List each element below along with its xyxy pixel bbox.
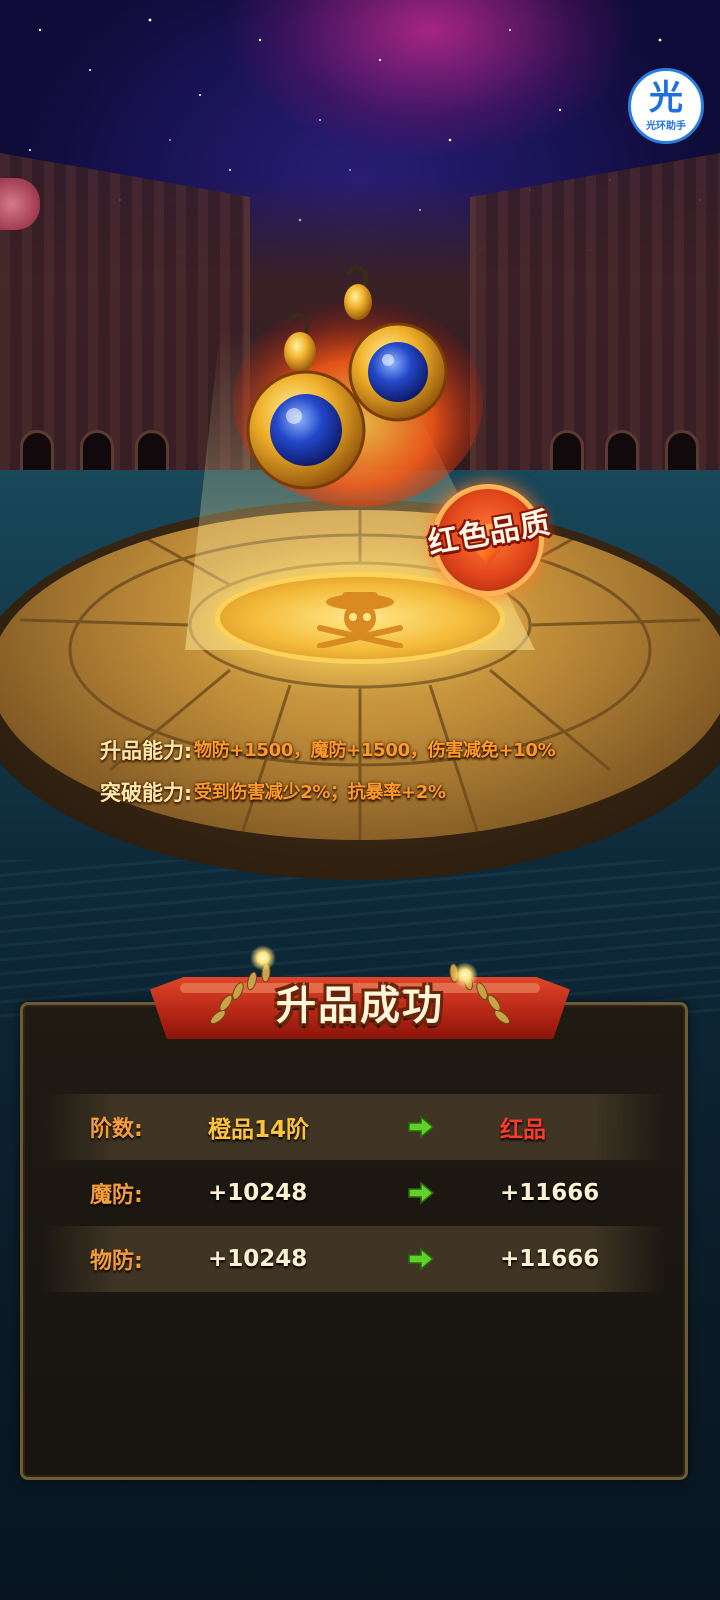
result-row-tier: 阶数: 橙品14阶 红品 — [42, 1094, 666, 1160]
ability-value: 受到伤害减少2%；抗暴率+2% — [194, 782, 446, 803]
row-label: 物防: — [90, 1249, 143, 1274]
result-table: 阶数: 橙品14阶 红品 魔防: +10248 +11666 物防: +1024… — [42, 1094, 666, 1292]
row-from-value: +10248 — [208, 1180, 308, 1206]
row-from-value: +10248 — [208, 1246, 308, 1272]
earrings-item-icon — [233, 266, 483, 507]
result-row-magic-defense: 魔防: +10248 +11666 — [42, 1160, 666, 1226]
skull-emblem-icon — [317, 592, 403, 648]
ability-breakthrough: 突破能力 : 受到伤害减少2%；抗暴率+2% — [100, 780, 660, 806]
arrow-right-icon — [408, 1181, 435, 1205]
sparkle-icon — [452, 962, 478, 988]
ability-upgrade: 升品能力 : 物防+1500，魔防+1500，伤害减免+10% — [100, 738, 660, 764]
ability-label: 突破能力 — [100, 781, 184, 805]
result-title: 升品成功 — [276, 983, 444, 1029]
quality-badge: 红色品质 — [410, 478, 558, 600]
halo-label: 光环助手 — [646, 120, 686, 132]
row-from-value: 橙品14阶 — [208, 1117, 310, 1143]
row-to-value: +11666 — [500, 1180, 600, 1206]
halo-logo-icon: 光 — [649, 77, 683, 118]
ability-colon: : — [184, 781, 192, 805]
ability-label: 升品能力 — [100, 739, 184, 763]
row-to-value: +11666 — [500, 1246, 600, 1272]
result-row-physical-defense: 物防: +10248 +11666 — [42, 1226, 666, 1292]
halo-assistant-button[interactable]: 光 光环助手 — [628, 68, 704, 144]
sparkle-icon — [250, 945, 276, 971]
row-to-value: 红品 — [500, 1117, 546, 1143]
ability-colon: : — [184, 739, 192, 763]
row-label: 阶数: — [90, 1117, 143, 1142]
ability-value: 物防+1500，魔防+1500，伤害减免+10% — [194, 740, 556, 761]
ability-list: 升品能力 : 物防+1500，魔防+1500，伤害减免+10% 突破能力 : 受… — [100, 738, 660, 822]
row-label: 魔防: — [90, 1183, 143, 1208]
arrow-right-icon — [408, 1115, 435, 1139]
arrow-right-icon — [408, 1247, 435, 1271]
success-banner: 升品成功 — [150, 955, 570, 1060]
